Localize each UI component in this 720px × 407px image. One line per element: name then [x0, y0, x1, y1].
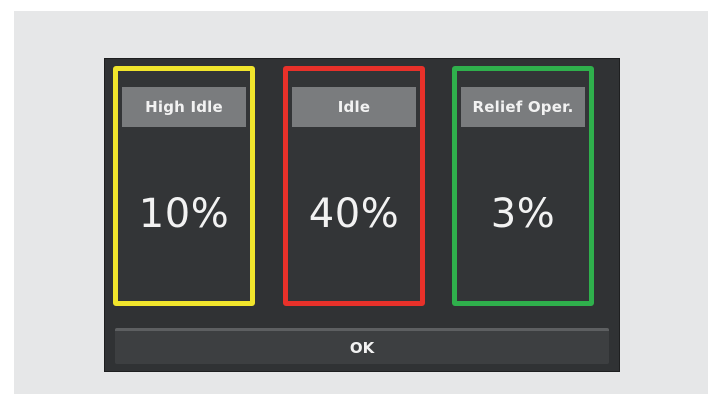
relief-oper-value: 3% [490, 191, 556, 237]
high-idle-value: 10% [138, 191, 230, 237]
ok-button[interactable]: OK [115, 328, 609, 364]
relief-oper-label: Relief Oper. [461, 87, 585, 127]
idle-card[interactable]: Idle 40% [283, 66, 425, 306]
high-idle-card[interactable]: High Idle 10% [113, 66, 255, 306]
high-idle-label: High Idle [122, 87, 246, 127]
dialog-panel: High Idle 10% Idle 40% Relief Oper. 3% O… [104, 58, 620, 372]
idle-label: Idle [292, 87, 416, 127]
relief-oper-card[interactable]: Relief Oper. 3% [452, 66, 594, 306]
idle-value: 40% [308, 191, 400, 237]
